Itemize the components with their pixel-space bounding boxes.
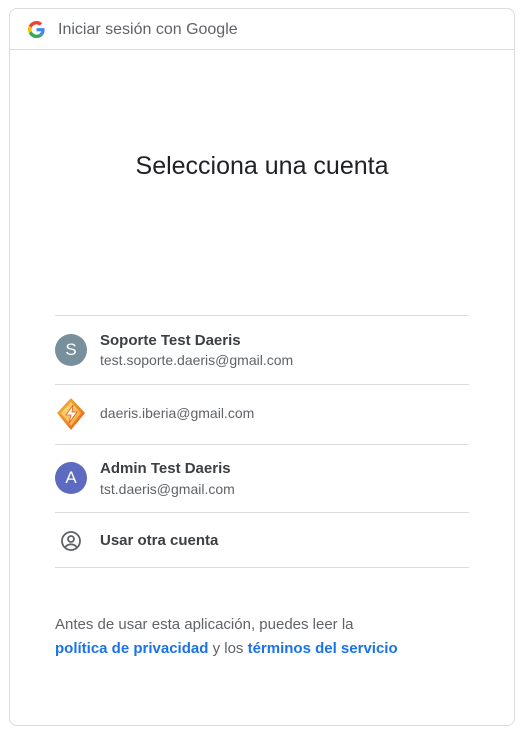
page-title: Selecciona una cuenta <box>135 152 389 180</box>
terms-of-service-link[interactable]: términos del servicio <box>248 640 398 657</box>
footer-text: Antes de usar esta aplicación, puedes le… <box>55 613 475 661</box>
account-email: tst.daeris@gmail.com <box>100 481 235 497</box>
google-g-icon <box>28 21 45 38</box>
account-email: test.soporte.daeris@gmail.com <box>100 352 294 368</box>
app-bolt-logo-icon <box>57 398 85 430</box>
avatar: A <box>55 462 87 494</box>
account-name: Soporte Test Daeris <box>100 332 241 349</box>
account-list: S Soporte Test Daeris test.soporte.daeri… <box>55 315 469 568</box>
use-other-account-button[interactable]: Usar otra cuenta <box>55 513 469 568</box>
account-item-admin[interactable]: A Admin Test Daeris tst.daeris@gmail.com <box>55 445 469 513</box>
footer-intro: Antes de usar esta aplicación, puedes le… <box>55 616 354 633</box>
header: Iniciar sesión con Google <box>10 9 514 50</box>
avatar: S <box>55 334 87 366</box>
privacy-policy-link[interactable]: política de privacidad <box>55 640 208 657</box>
account-email: daeris.iberia@gmail.com <box>100 405 255 421</box>
signin-card: Iniciar sesión con Google Selecciona una… <box>9 8 515 726</box>
use-other-account-label: Usar otra cuenta <box>100 532 219 549</box>
account-name: Admin Test Daeris <box>100 460 231 477</box>
header-title: Iniciar sesión con Google <box>58 21 238 38</box>
account-circle-icon <box>61 531 81 551</box>
account-item-soporte[interactable]: S Soporte Test Daeris test.soporte.daeri… <box>55 316 469 385</box>
footer-connector: y los <box>212 640 244 657</box>
account-item-iberia[interactable]: daeris.iberia@gmail.com <box>55 385 469 445</box>
